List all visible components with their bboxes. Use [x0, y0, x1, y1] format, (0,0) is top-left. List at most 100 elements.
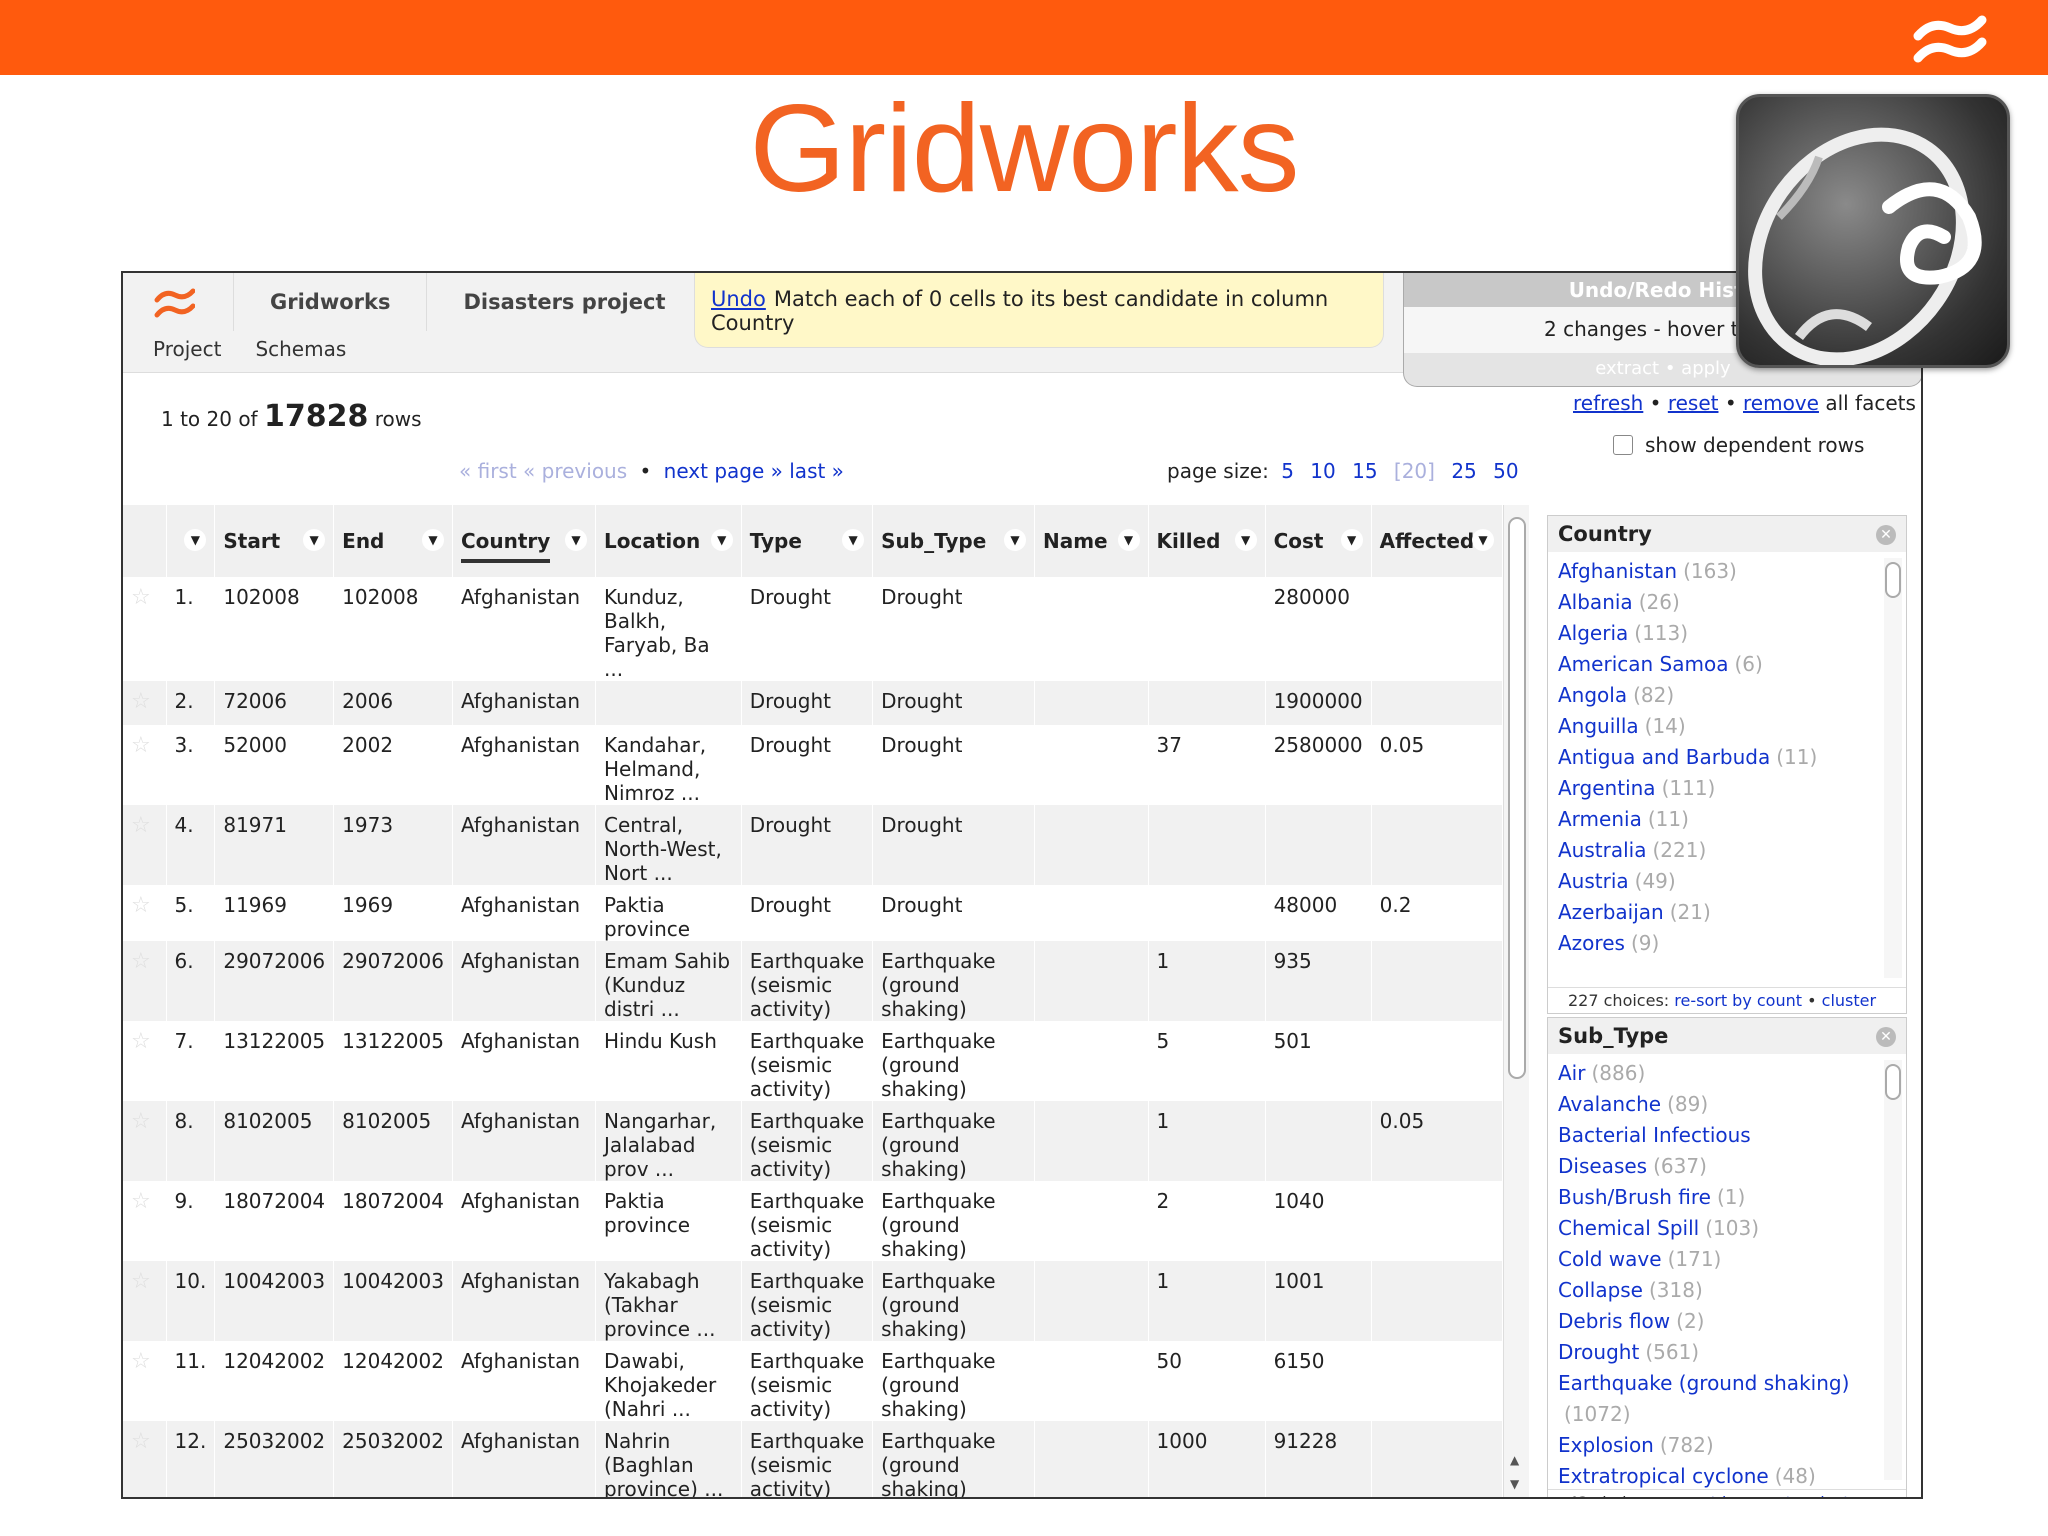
facet-choice[interactable]: Earthquake (ground shaking) (1072): [1558, 1368, 1896, 1430]
column-menu-icon[interactable]: ▼: [1340, 529, 1363, 551]
column-header-cost[interactable]: Cost ▼: [1265, 505, 1372, 577]
star-icon[interactable]: ☆: [131, 1029, 151, 1054]
undo-link[interactable]: Undo: [711, 287, 766, 311]
star-icon[interactable]: ☆: [131, 1109, 151, 1134]
breadcrumb-gridworks[interactable]: Gridworks: [233, 273, 426, 331]
cell-killed: 37: [1148, 725, 1266, 805]
facet-choice[interactable]: Angola (82): [1558, 680, 1896, 711]
cell-name: [1034, 681, 1149, 725]
column-header-all[interactable]: ▼: [166, 505, 216, 577]
show-dependent-rows-checkbox[interactable]: [1613, 435, 1633, 455]
facet-choice[interactable]: Drought (561): [1558, 1337, 1896, 1368]
cell-name: [1034, 577, 1149, 681]
column-header-location[interactable]: Location ▼: [595, 505, 742, 577]
pager-next[interactable]: next page »: [664, 459, 783, 483]
facet-choice[interactable]: Extratropical cyclone (48): [1558, 1461, 1896, 1489]
facet-scrollbar[interactable]: [1884, 558, 1902, 978]
column-header-killed[interactable]: Killed ▼: [1148, 505, 1266, 577]
column-menu-icon[interactable]: ▼: [710, 529, 733, 551]
column-menu-icon[interactable]: ▼: [1472, 529, 1494, 551]
gridworks-logo-icon[interactable]: [153, 285, 195, 327]
menu-project[interactable]: Project: [153, 337, 221, 361]
column-menu-icon[interactable]: ▼: [1003, 529, 1026, 551]
facet-choice[interactable]: Anguilla (14): [1558, 711, 1896, 742]
column-header-name[interactable]: Name ▼: [1034, 505, 1149, 577]
facet-choice[interactable]: Bush/Brush fire (1): [1558, 1182, 1896, 1213]
column-header-label: End: [342, 529, 385, 553]
remove-facets-link[interactable]: remove: [1743, 391, 1819, 415]
close-icon[interactable]: ✕: [1876, 525, 1896, 545]
column-header-sub-type[interactable]: Sub_Type ▼: [872, 505, 1035, 577]
facet-choice[interactable]: Armenia (11): [1558, 804, 1896, 835]
page-size-25[interactable]: 25: [1451, 459, 1476, 483]
column-menu-icon[interactable]: ▼: [1117, 529, 1140, 551]
star-icon[interactable]: ☆: [131, 585, 151, 610]
column-menu-icon[interactable]: ▼: [1234, 529, 1257, 551]
menu-schemas[interactable]: Schemas: [255, 337, 346, 361]
facet-choice[interactable]: Albania (26): [1558, 587, 1896, 618]
reset-facets-link[interactable]: reset: [1668, 391, 1719, 415]
column-header-start[interactable]: Start ▼: [214, 505, 335, 577]
facet-choice[interactable]: Afghanistan (163): [1558, 556, 1896, 587]
cell-country: Afghanistan: [452, 1261, 596, 1341]
grid-scroll-thumb[interactable]: [1508, 517, 1526, 1079]
refresh-facets-link[interactable]: refresh: [1573, 391, 1643, 415]
facet-scrollbar[interactable]: [1884, 1060, 1902, 1480]
grid-vertical-scrollbar[interactable]: ▲ ▼: [1503, 505, 1529, 1497]
facet-choice[interactable]: Chemical Spill (103): [1558, 1213, 1896, 1244]
breadcrumb-project[interactable]: Disasters project: [426, 273, 701, 331]
facet-choice[interactable]: Explosion (782): [1558, 1430, 1896, 1461]
star-icon[interactable]: ☆: [131, 893, 151, 918]
column-menu-icon[interactable]: ▼: [421, 529, 444, 551]
cell-type: Earthquake (seismic activity): [741, 941, 874, 1021]
star-icon[interactable]: ☆: [131, 813, 151, 838]
grid-scroll-up-icon[interactable]: ▲: [1510, 1453, 1519, 1467]
facet-choice[interactable]: Air (886): [1558, 1058, 1896, 1089]
facet-choice[interactable]: Debris flow (2): [1558, 1306, 1896, 1337]
page-size-5[interactable]: 5: [1281, 459, 1294, 483]
facet-scroll-thumb[interactable]: [1885, 562, 1901, 598]
facet-choice[interactable]: Avalanche (89): [1558, 1089, 1896, 1120]
facet-resort-link[interactable]: re-sort by count: [1664, 1493, 1792, 1497]
column-header-affected[interactable]: Affected ▼: [1371, 505, 1503, 577]
cell-n: 8.: [166, 1101, 216, 1181]
star-icon[interactable]: ☆: [131, 1349, 151, 1374]
facet-choice[interactable]: Azores (9): [1558, 928, 1896, 959]
facet-choice[interactable]: Cold wave (171): [1558, 1244, 1896, 1275]
star-icon[interactable]: ☆: [131, 733, 151, 758]
close-icon[interactable]: ✕: [1876, 1027, 1896, 1047]
facet-choice[interactable]: Antigua and Barbuda (11): [1558, 742, 1896, 773]
column-menu-icon[interactable]: ▼: [564, 529, 587, 551]
facet-scroll-thumb[interactable]: [1885, 1064, 1901, 1100]
pager-last[interactable]: last »: [789, 459, 844, 483]
grid-scroll-down-icon[interactable]: ▼: [1510, 1477, 1519, 1491]
star-icon[interactable]: ☆: [131, 1269, 151, 1294]
facet-choice[interactable]: Collapse (318): [1558, 1275, 1896, 1306]
cell-start: 25032002: [214, 1421, 335, 1497]
facet-choice[interactable]: Australia (221): [1558, 835, 1896, 866]
facet-resort-link[interactable]: re-sort by count: [1674, 991, 1802, 1010]
column-menu-icon[interactable]: ▼: [303, 529, 326, 551]
facet-choice[interactable]: Bacterial Infectious Diseases (637): [1558, 1120, 1896, 1182]
star-icon[interactable]: ☆: [131, 689, 151, 714]
column-header-country[interactable]: Country ▼: [452, 505, 596, 577]
facet-choice[interactable]: Argentina (111): [1558, 773, 1896, 804]
facet-choice[interactable]: American Samoa (6): [1558, 649, 1896, 680]
column-header-end[interactable]: End ▼: [333, 505, 453, 577]
facet-cluster-link[interactable]: cluster: [1811, 1493, 1865, 1497]
cell-start: 12042002: [214, 1341, 335, 1421]
facet-choice[interactable]: Austria (49): [1558, 866, 1896, 897]
page-size-15[interactable]: 15: [1352, 459, 1377, 483]
facet-choice[interactable]: Azerbaijan (21): [1558, 897, 1896, 928]
star-icon[interactable]: ☆: [131, 1189, 151, 1214]
facet-cluster-link[interactable]: cluster: [1822, 991, 1876, 1010]
star-icon[interactable]: ☆: [131, 949, 151, 974]
facet-choice[interactable]: Algeria (113): [1558, 618, 1896, 649]
cell-subtype: Earthquake (ground shaking): [872, 1101, 1035, 1181]
page-size-10[interactable]: 10: [1310, 459, 1335, 483]
star-icon[interactable]: ☆: [131, 1429, 151, 1454]
column-header-type[interactable]: Type ▼: [741, 505, 874, 577]
page-size-50[interactable]: 50: [1493, 459, 1518, 483]
column-menu-icon[interactable]: ▼: [842, 529, 865, 551]
column-menu-icon[interactable]: ▼: [184, 529, 207, 551]
